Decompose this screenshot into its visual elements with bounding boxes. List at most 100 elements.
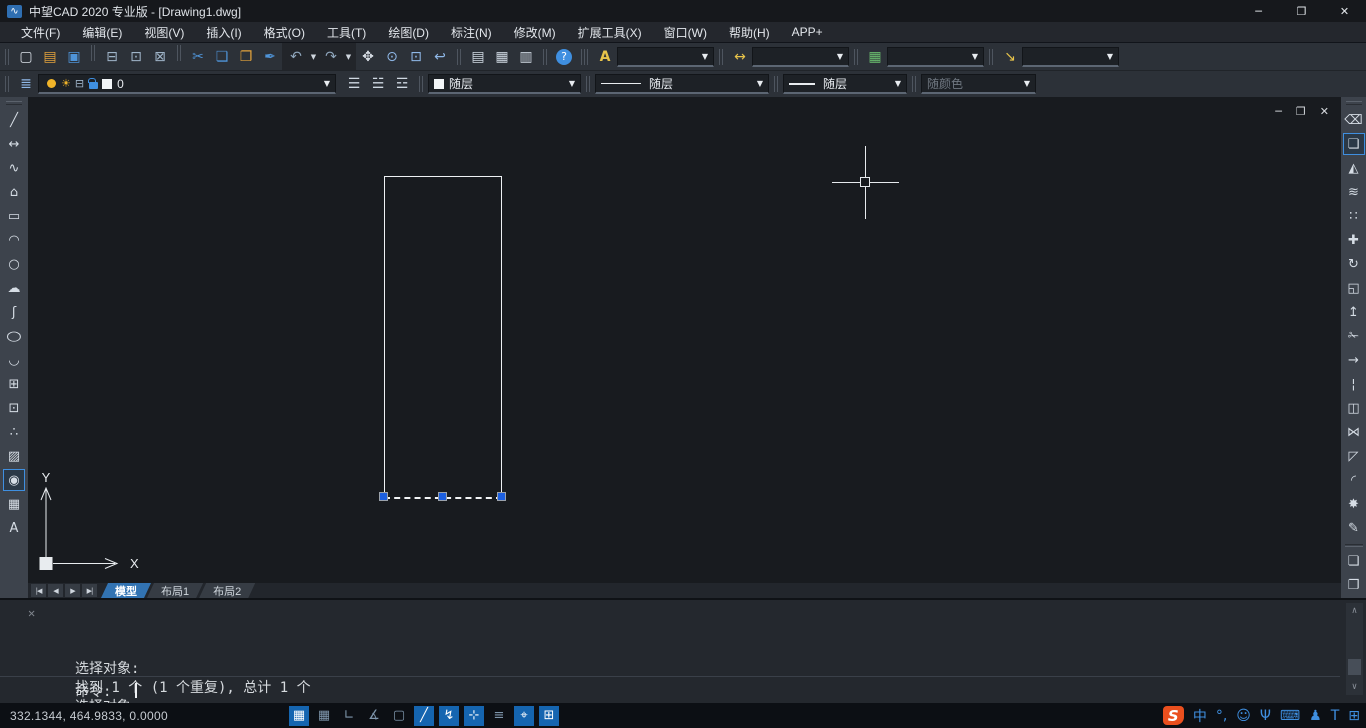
undo-button[interactable]: ↶	[284, 45, 308, 68]
toolbar-grip[interactable]	[584, 49, 588, 65]
revision-cloud-tool[interactable]: ☁	[3, 277, 25, 299]
toolbar-grip[interactable]	[989, 49, 993, 65]
design-center-button[interactable]: ▦	[490, 45, 514, 68]
toolbar-handle[interactable]	[1346, 101, 1362, 105]
emoji-icon[interactable]: ☺	[1236, 708, 1251, 724]
toolbox-icon[interactable]: ⊞	[1348, 708, 1360, 724]
ducs-toggle[interactable]: ⊹	[464, 706, 484, 726]
grip-endpoint-left[interactable]	[379, 492, 388, 501]
new-file-button[interactable]: ▢	[14, 45, 38, 68]
print-button[interactable]: ⊟	[100, 45, 124, 68]
toolbar-handle[interactable]	[1345, 544, 1363, 547]
open-file-button[interactable]: ▤	[38, 45, 62, 68]
command-close-icon[interactable]: ✕	[28, 606, 35, 620]
make-object-layer-current-button[interactable]: ☰	[342, 73, 366, 96]
soft-keyboard-icon[interactable]: ⌨	[1280, 708, 1300, 724]
offset-tool[interactable]: ≋	[1343, 181, 1365, 203]
bring-to-front-tool[interactable]: ❏	[1343, 550, 1365, 572]
construction-line-tool[interactable]: ↔	[3, 133, 25, 155]
toolbar-grip[interactable]	[912, 76, 916, 92]
table-style-combo[interactable]: ▼	[887, 47, 984, 67]
cut-button[interactable]: ✂	[186, 45, 210, 68]
command-window[interactable]: ✕ 选择对象:找到 1 个 (1 个重复), 总计 1 个选择对象:命令: 命令…	[0, 598, 1366, 703]
undo-dropdown-icon[interactable]: ▼	[308, 53, 319, 61]
stretch-tool[interactable]: ↥	[1343, 301, 1365, 323]
tabs-prev-button[interactable]: ◀	[48, 584, 63, 597]
grip-endpoint-right[interactable]	[497, 492, 506, 501]
scale-tool[interactable]: ◱	[1343, 277, 1365, 299]
ortho-toggle[interactable]: ∟	[339, 706, 359, 726]
join-tool[interactable]: ⋈	[1343, 421, 1365, 443]
restore-button[interactable]: ❐	[1280, 0, 1323, 22]
menu-tools[interactable]: 工具(T)	[316, 22, 377, 42]
tabs-last-button[interactable]: ▶|	[82, 584, 97, 597]
menu-window[interactable]: 窗口(W)	[653, 22, 718, 42]
menu-express-tools[interactable]: 扩展工具(X)	[567, 22, 653, 42]
scrollbar-thumb[interactable]	[1348, 659, 1361, 675]
layer-states-manager-button[interactable]: ☲	[390, 73, 414, 96]
plot-button[interactable]: ⊠	[148, 45, 172, 68]
text-style-icon[interactable]: A	[593, 45, 617, 68]
send-to-back-tool[interactable]: ❐	[1343, 574, 1365, 596]
linetype-combo[interactable]: 随层 ▼	[595, 74, 769, 94]
line-tool[interactable]: ╱	[3, 109, 25, 131]
grid-toggle[interactable]: ▦	[289, 706, 309, 726]
help-button[interactable]: ?	[556, 49, 572, 65]
zoom-realtime-button[interactable]: ⊙	[380, 45, 404, 68]
chamfer-tool[interactable]: ◸	[1343, 445, 1365, 467]
drawing-close-button[interactable]: ✕	[1320, 105, 1329, 118]
toolbar-grip[interactable]	[419, 76, 423, 92]
toolbar-grip[interactable]	[5, 49, 9, 65]
drawing-restore-button[interactable]: ❐	[1296, 105, 1306, 118]
array-tool[interactable]: ∷	[1343, 205, 1365, 227]
sogou-icon[interactable]: S	[1163, 706, 1184, 725]
tool-palettes-button[interactable]: ▥	[514, 45, 538, 68]
point-tool[interactable]: ∴	[3, 421, 25, 443]
dyn-toggle[interactable]: ⌖	[514, 706, 534, 726]
menu-view[interactable]: 视图(V)	[133, 22, 195, 42]
layer-manager-button[interactable]: ≣	[14, 73, 38, 96]
menu-file[interactable]: 文件(F)	[10, 22, 71, 42]
trim-tool[interactable]: ✁	[1343, 325, 1365, 347]
print-preview-button[interactable]: ⊡	[124, 45, 148, 68]
block-editor-tool[interactable]: ✎	[1343, 517, 1365, 539]
break-at-point-tool[interactable]: ¦	[1343, 373, 1365, 395]
erase-tool[interactable]: ⌫	[1343, 109, 1365, 131]
table-tool[interactable]: ▦	[3, 493, 25, 515]
tab-layout2[interactable]: 布局2	[199, 583, 255, 598]
menu-dimension[interactable]: 标注(N)	[440, 22, 503, 42]
move-tool[interactable]: ✚	[1343, 229, 1365, 251]
voice-input-icon[interactable]: Ψ	[1260, 708, 1271, 724]
layer-combo[interactable]: ☀ ⊟ 0 ▼	[38, 74, 336, 94]
menu-app-plus[interactable]: APP+	[781, 22, 834, 42]
toolbar-grip[interactable]	[91, 45, 95, 61]
osnap-toggle[interactable]: ╱	[414, 706, 434, 726]
otrack-toggle[interactable]: ↯	[439, 706, 459, 726]
insert-block-tool[interactable]: ⊞	[3, 373, 25, 395]
dim-style-combo[interactable]: ▼	[752, 47, 849, 67]
rectangle-tool[interactable]: ▭	[3, 205, 25, 227]
redo-dropdown-icon[interactable]: ▼	[343, 53, 354, 61]
fillet-tool[interactable]: ◜	[1343, 469, 1365, 491]
hatch-tool[interactable]: ▨	[3, 445, 25, 467]
menu-modify[interactable]: 修改(M)	[503, 22, 567, 42]
match-properties-button[interactable]: ✒	[258, 45, 282, 68]
make-block-tool[interactable]: ⊡	[3, 397, 25, 419]
zoom-previous-button[interactable]: ↩	[428, 45, 452, 68]
menu-edit[interactable]: 编辑(E)	[71, 22, 133, 42]
paste-button[interactable]: ❐	[234, 45, 258, 68]
mtext-tool[interactable]: A	[3, 517, 25, 539]
redo-button[interactable]: ↷	[319, 45, 343, 68]
minimize-button[interactable]: ─	[1237, 0, 1280, 22]
mleader-style-combo[interactable]: ▼	[1022, 47, 1119, 67]
command-prompt[interactable]: 命令:	[75, 681, 137, 701]
ellipse-arc-tool[interactable]: ◡	[3, 349, 25, 371]
lineweight-combo[interactable]: 随层 ▼	[783, 74, 907, 94]
gradient-tool[interactable]: ◉	[3, 469, 25, 491]
snap-toggle[interactable]: ▦	[314, 706, 334, 726]
user-avatar-icon[interactable]: ♟	[1309, 708, 1322, 724]
zoom-window-button[interactable]: ⊡	[404, 45, 428, 68]
extend-tool[interactable]: →	[1343, 349, 1365, 371]
mirror-tool[interactable]: ◭	[1343, 157, 1365, 179]
scroll-down-icon[interactable]: ∨	[1352, 682, 1357, 692]
